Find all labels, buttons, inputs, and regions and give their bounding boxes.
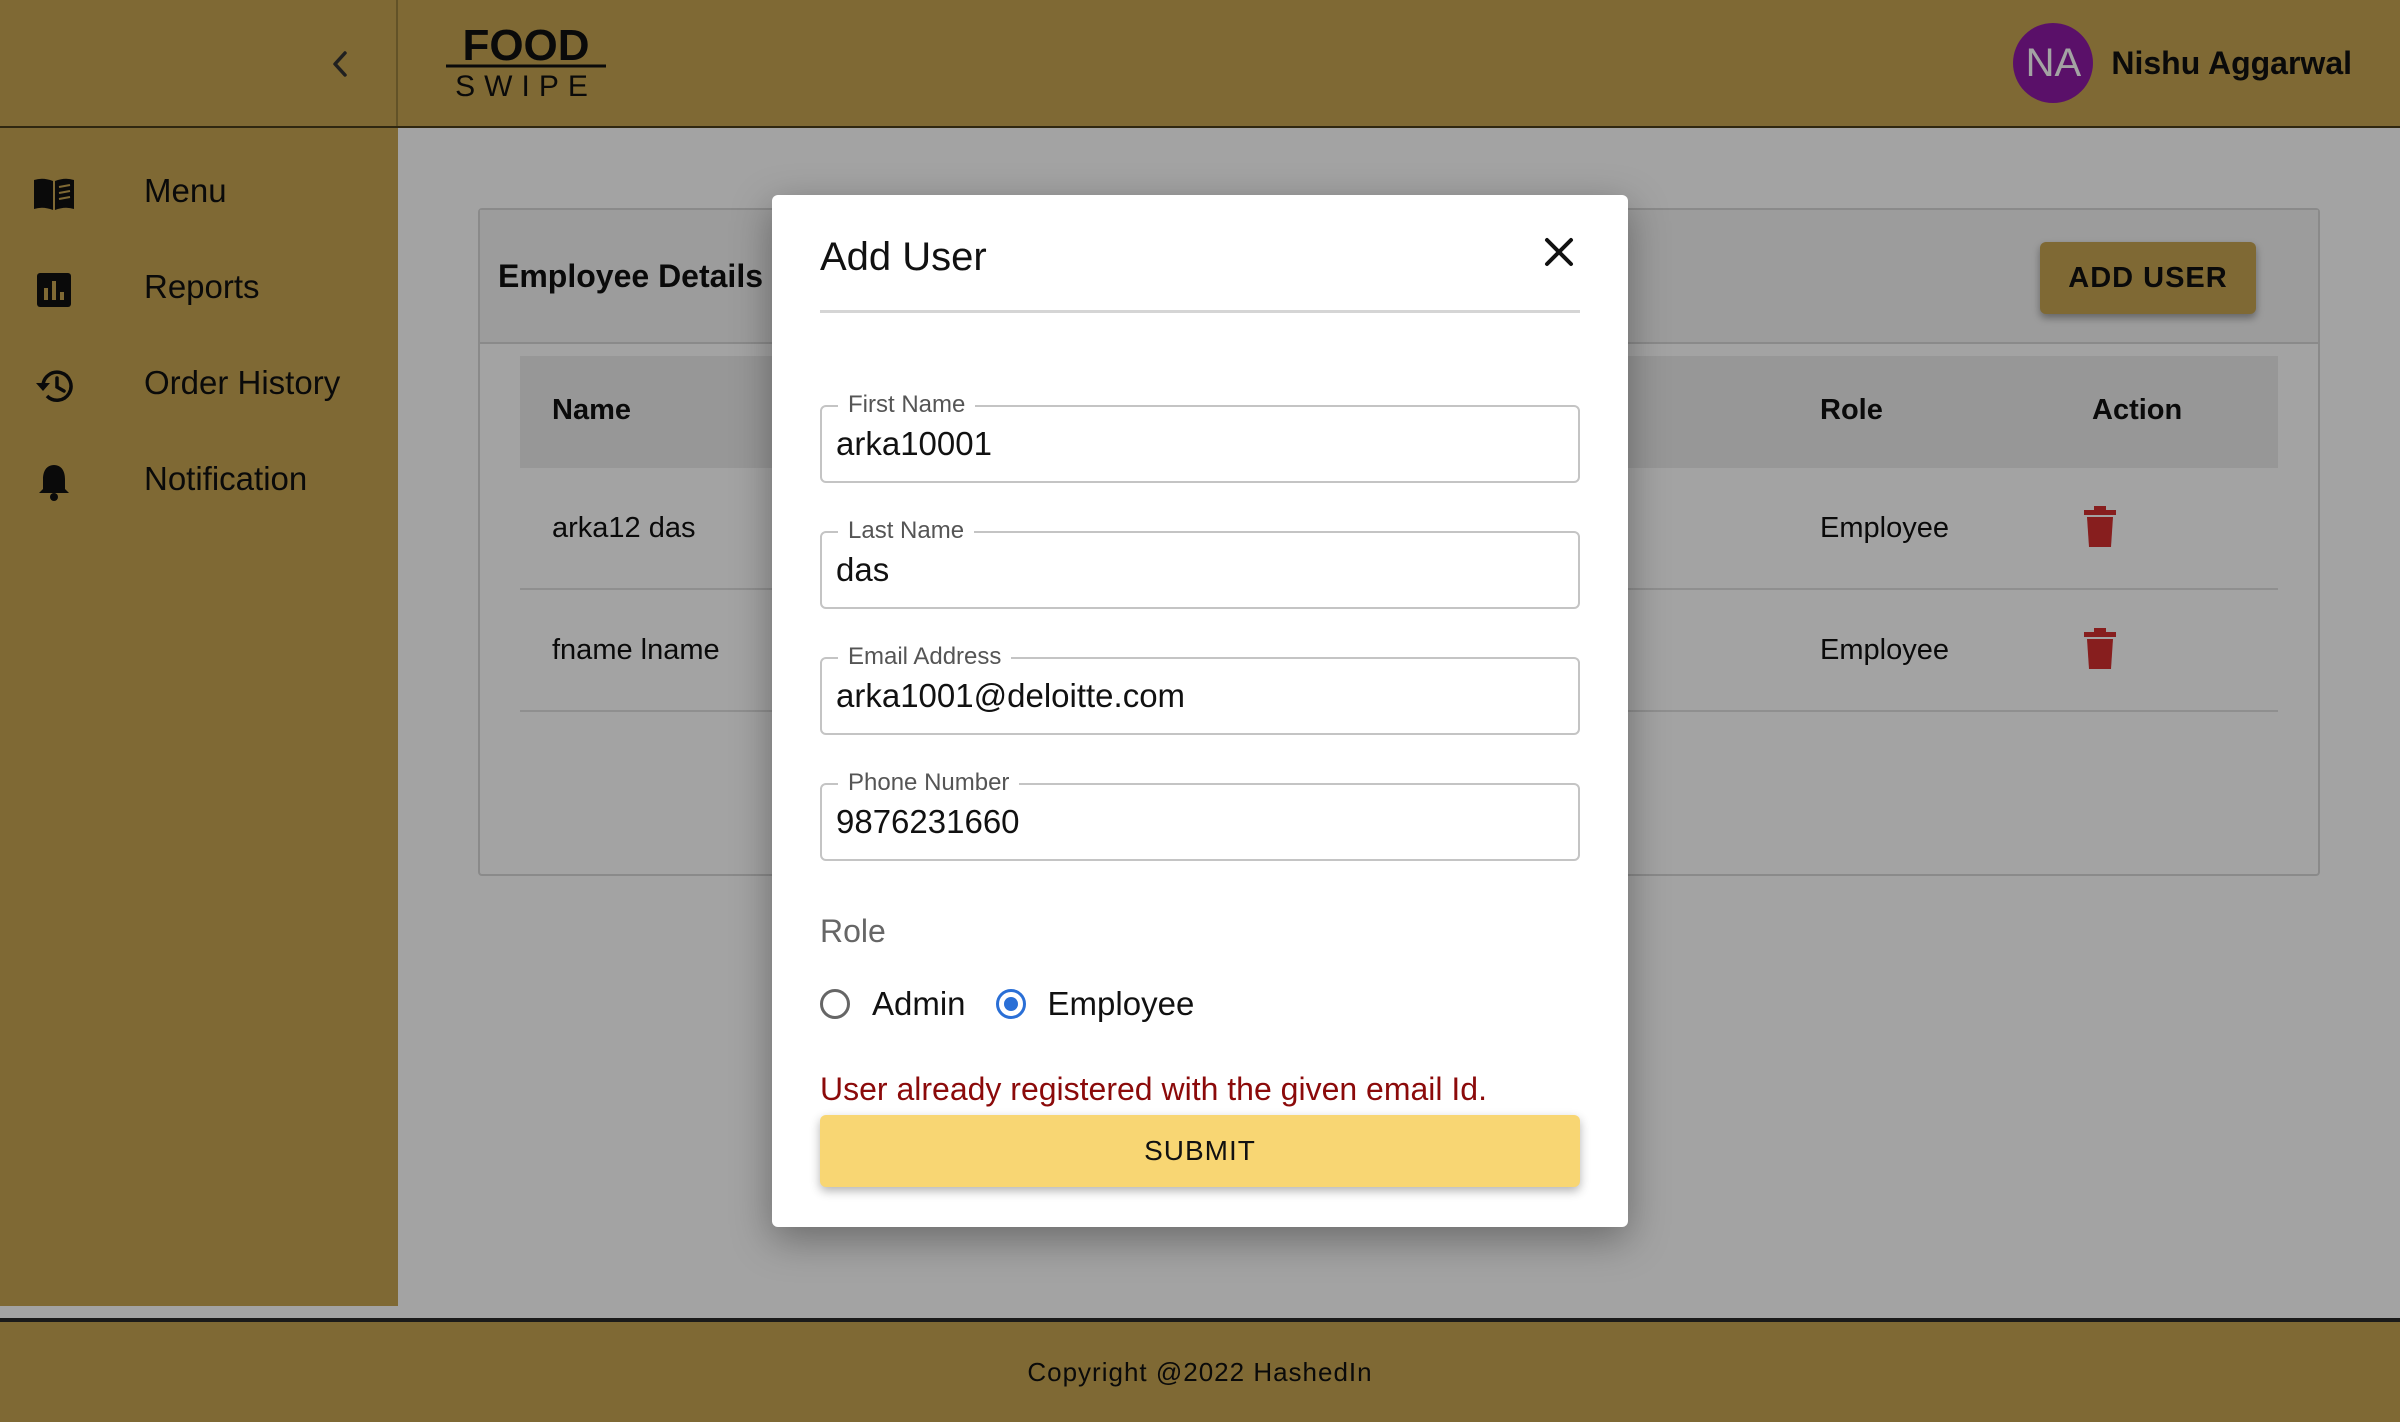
role-label: Role [820, 913, 886, 949]
radio-button-admin[interactable] [820, 989, 850, 1019]
role-option-admin[interactable]: Admin [820, 985, 966, 1023]
add-user-dialog: Add User First Name Last Name Email Addr… [772, 195, 1628, 1227]
close-icon [1545, 238, 1573, 266]
first-name-label: First Name [838, 392, 976, 418]
phone-label: Phone Number [838, 770, 1020, 796]
first-name-input[interactable] [836, 417, 1556, 471]
last-name-label: Last Name [838, 518, 975, 544]
email-field[interactable]: Email Address [820, 644, 1580, 735]
role-option-employee[interactable]: Employee [995, 985, 1195, 1023]
email-input[interactable] [836, 669, 1556, 723]
submit-button[interactable]: SUBMIT [820, 1115, 1580, 1187]
role-option-label: Admin [872, 985, 966, 1022]
phone-field[interactable]: Phone Number [820, 770, 1580, 861]
close-button[interactable] [1534, 227, 1584, 277]
dialog-title: Add User [820, 235, 987, 279]
first-name-field[interactable]: First Name [820, 392, 1580, 483]
last-name-field[interactable]: Last Name [820, 518, 1580, 609]
email-label: Email Address [838, 644, 1012, 670]
error-message: User already registered with the given e… [820, 1071, 1487, 1107]
last-name-input[interactable] [836, 543, 1556, 597]
dialog-divider [820, 310, 1580, 313]
role-radio-group: Admin Employee [820, 981, 1224, 1027]
role-option-label: Employee [1047, 985, 1195, 1022]
phone-input[interactable] [836, 795, 1556, 849]
radio-button-employee[interactable] [995, 989, 1026, 1019]
